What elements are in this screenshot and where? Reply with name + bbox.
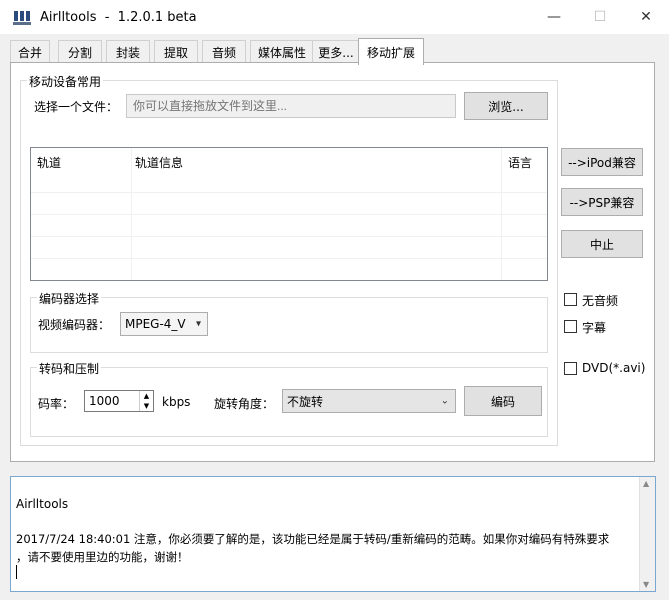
title-bar: Airlltools - 1.2.0.1 beta — ☐ ✕ xyxy=(0,0,669,34)
window-title: Airlltools - 1.2.0.1 beta xyxy=(40,10,197,25)
dvd-avi-label: DVD(*.avi) xyxy=(582,361,646,375)
tab-extract[interactable]: 提取 xyxy=(154,40,198,63)
close-button[interactable]: ✕ xyxy=(623,0,669,34)
video-encoder-value: MPEG-4_V xyxy=(125,317,186,331)
mobile-group-title: 移动设备常用 xyxy=(27,73,104,90)
bitrate-unit: kbps xyxy=(162,395,191,409)
close-icon: ✕ xyxy=(640,9,652,25)
transcode-group-title: 转码和压制 xyxy=(37,360,102,377)
minimize-button[interactable]: — xyxy=(531,0,577,34)
log-textarea[interactable]: Airlltools 2017/7/24 18:40:01 注意，你必须要了解的… xyxy=(10,476,656,592)
tab-more[interactable]: 更多... xyxy=(312,40,360,63)
video-encoder-select[interactable]: MPEG-4_V ▾ xyxy=(120,312,208,336)
minimize-icon: — xyxy=(547,9,561,25)
bitrate-spinner[interactable]: 1000 ▲ ▼ xyxy=(84,390,154,412)
chevron-down-icon: ▾ xyxy=(195,318,201,330)
app-logo-icon xyxy=(13,11,31,25)
bitrate-label: 码率： xyxy=(38,397,75,411)
tab-mobile-extension[interactable]: 移动扩展 xyxy=(358,38,424,65)
row-line xyxy=(31,214,547,215)
dvd-avi-checkbox[interactable] xyxy=(564,362,577,375)
psp-compatible-button[interactable]: -->PSP兼容 xyxy=(561,188,643,216)
rotate-select[interactable]: 不旋转 ⌄ xyxy=(282,389,456,413)
encode-button[interactable]: 编码 xyxy=(464,386,542,416)
row-line xyxy=(31,236,547,237)
encoder-group-title: 编码器选择 xyxy=(37,290,102,307)
ipod-compatible-button[interactable]: -->iPod兼容 xyxy=(561,148,643,176)
row-line xyxy=(31,258,547,259)
rotate-label: 旋转角度： xyxy=(214,397,275,411)
chevron-down-icon: ⌄ xyxy=(440,395,449,407)
abort-button[interactable]: 中止 xyxy=(561,230,643,258)
log-message-line2: ，请不要使用里边的功能，谢谢！ xyxy=(16,550,189,564)
row-line xyxy=(31,192,547,193)
log-scrollbar[interactable]: ▲ ▼ xyxy=(639,477,655,591)
track-table[interactable]: 轨道 轨道信息 语言 xyxy=(30,147,548,281)
browse-button[interactable]: 浏览... xyxy=(464,92,548,120)
log-message-line1: 2017/7/24 18:40:01 注意，你必须要了解的是，该功能已经是属于转… xyxy=(16,532,610,546)
tab-audio[interactable]: 音频 xyxy=(202,40,246,63)
no-audio-checkbox[interactable] xyxy=(564,293,577,306)
scroll-up-icon[interactable]: ▲ xyxy=(643,479,649,488)
maximize-icon: ☐ xyxy=(593,9,607,25)
header-track[interactable]: 轨道 xyxy=(37,154,61,171)
tab-mux[interactable]: 封装 xyxy=(106,40,150,63)
tab-split[interactable]: 分割 xyxy=(58,40,102,63)
file-label: 选择一个文件： xyxy=(34,100,119,114)
spin-down-icon[interactable]: ▼ xyxy=(139,401,153,411)
header-track-info[interactable]: 轨道信息 xyxy=(135,154,183,171)
file-input[interactable] xyxy=(126,94,456,118)
rotate-value: 不旋转 xyxy=(287,394,324,409)
tab-merge[interactable]: 合并 xyxy=(10,40,50,63)
scroll-down-icon[interactable]: ▼ xyxy=(643,580,649,589)
maximize-button[interactable]: ☐ xyxy=(577,0,623,34)
subtitle-label: 字幕 xyxy=(582,321,607,335)
text-caret xyxy=(16,565,17,579)
header-language[interactable]: 语言 xyxy=(508,154,532,171)
no-audio-label: 无音频 xyxy=(582,294,619,308)
spin-up-icon[interactable]: ▲ xyxy=(139,391,153,401)
video-encoder-label: 视频编码器： xyxy=(38,318,111,332)
bitrate-value: 1000 xyxy=(89,394,120,408)
tab-media-properties[interactable]: 媒体属性 xyxy=(250,40,314,63)
subtitle-checkbox[interactable] xyxy=(564,320,577,333)
log-heading: Airlltools xyxy=(16,497,69,511)
